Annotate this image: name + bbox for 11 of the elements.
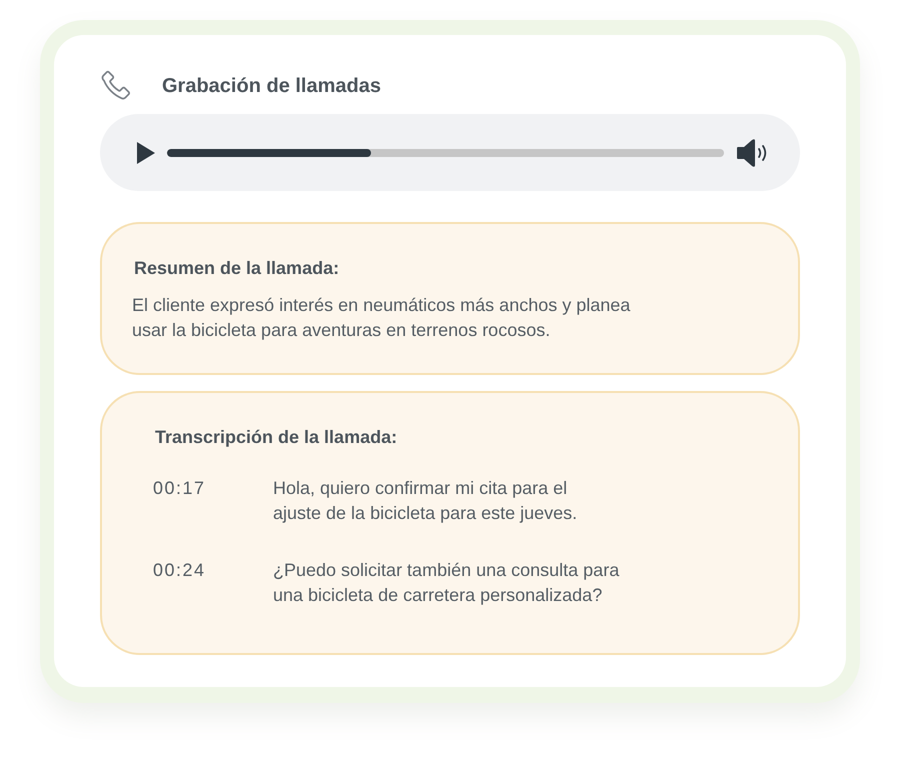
summary-text: El cliente expresó interés en neumáticos más anchos y planea usar la bicicleta para aventuras en terrenos rocosos. [132, 294, 632, 342]
timestamp: 00:17 [153, 477, 207, 500]
summary-heading: Resumen de la llamada: [134, 258, 340, 279]
timestamp: 00:24 [153, 559, 207, 582]
transcript-heading: Transcripción de la llamada: [155, 427, 398, 448]
card-title: Grabación de llamadas [162, 74, 381, 98]
play-button[interactable] [137, 142, 155, 164]
phone-icon [100, 70, 132, 102]
transcript-line: Hola, quiero confirmar mi cita para el ajuste de la bicicleta para este jueves. [273, 477, 578, 525]
transcript-line: ¿Puedo solicitar también una consulta para una bicicleta de carretera personalizada? [273, 559, 620, 607]
progress-track[interactable] [167, 148, 724, 156]
